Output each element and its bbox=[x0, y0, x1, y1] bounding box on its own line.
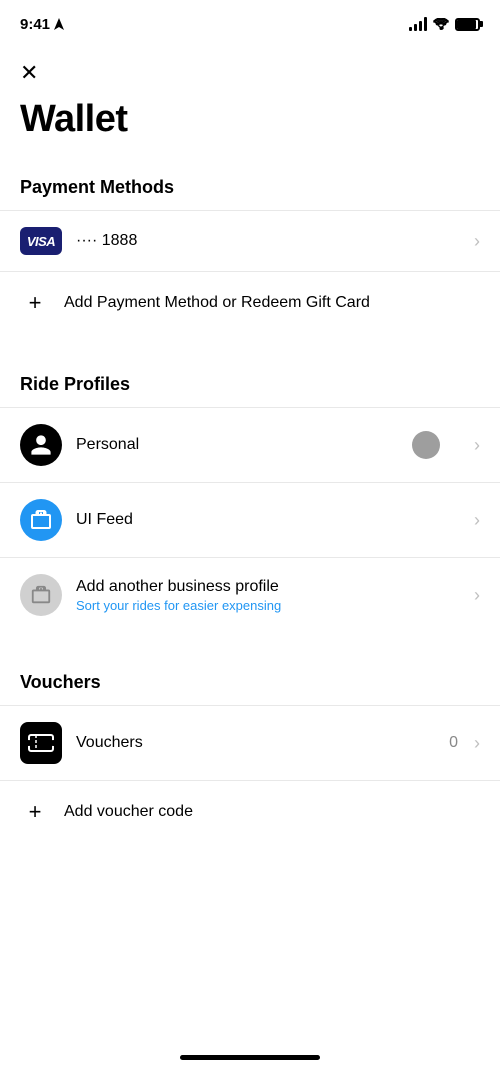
visa-card-item[interactable]: VISA ···· 1888 › bbox=[0, 210, 500, 271]
ride-profiles-section-header: Ride Profiles bbox=[0, 358, 500, 407]
ui-feed-profile-label: UI Feed bbox=[76, 511, 466, 529]
briefcase-icon bbox=[29, 508, 53, 532]
ui-feed-profile-item[interactable]: UI Feed › bbox=[0, 482, 500, 557]
add-business-chevron-icon: › bbox=[474, 585, 480, 606]
personal-profile-icon bbox=[20, 424, 62, 466]
home-indicator bbox=[180, 1055, 320, 1060]
location-arrow-icon bbox=[54, 18, 64, 30]
add-payment-icon: + bbox=[20, 288, 50, 318]
drag-indicator bbox=[412, 431, 440, 459]
voucher-icon bbox=[20, 722, 62, 764]
visa-icon: VISA bbox=[20, 227, 62, 255]
vouchers-chevron-icon: › bbox=[474, 733, 480, 754]
personal-profile-label: Personal bbox=[76, 436, 466, 454]
signal-bars-icon bbox=[409, 17, 427, 31]
visa-card-label: ···· 1888 bbox=[76, 232, 466, 250]
home-indicator-container bbox=[0, 1047, 500, 1068]
ticket-icon bbox=[28, 732, 54, 754]
add-business-profile-item[interactable]: Add another business profile Sort your r… bbox=[0, 557, 500, 632]
personal-profile-item[interactable]: Personal › bbox=[0, 407, 500, 482]
add-voucher-icon: + bbox=[20, 797, 50, 827]
voucher-count: 0 bbox=[449, 734, 458, 752]
vouchers-section-header: Vouchers bbox=[0, 656, 500, 705]
add-briefcase-icon bbox=[30, 584, 52, 606]
status-bar: 9:41 bbox=[0, 0, 500, 44]
ui-feed-profile-icon bbox=[20, 499, 62, 541]
page-title: Wallet bbox=[0, 94, 500, 161]
ui-feed-chevron-icon: › bbox=[474, 510, 480, 531]
close-icon: ✕ bbox=[20, 60, 38, 86]
add-business-profile-icon bbox=[20, 574, 62, 616]
status-time: 9:41 bbox=[20, 16, 64, 33]
status-icons bbox=[409, 17, 480, 31]
visa-chevron-icon: › bbox=[474, 231, 480, 252]
payment-methods-section-header: Payment Methods bbox=[0, 161, 500, 210]
add-voucher-label: Add voucher code bbox=[64, 803, 480, 821]
add-payment-method-item[interactable]: + Add Payment Method or Redeem Gift Card bbox=[0, 271, 500, 334]
personal-chevron-icon: › bbox=[474, 435, 480, 456]
person-icon bbox=[29, 433, 53, 457]
wifi-icon bbox=[433, 18, 449, 30]
add-payment-label: Add Payment Method or Redeem Gift Card bbox=[64, 294, 480, 312]
add-voucher-item[interactable]: + Add voucher code bbox=[0, 780, 500, 843]
add-business-profile-text: Add another business profile Sort your r… bbox=[76, 578, 466, 613]
vouchers-label: Vouchers bbox=[76, 734, 449, 752]
close-button[interactable]: ✕ bbox=[0, 44, 500, 94]
battery-icon bbox=[455, 18, 480, 31]
vouchers-item[interactable]: Vouchers 0 › bbox=[0, 705, 500, 780]
